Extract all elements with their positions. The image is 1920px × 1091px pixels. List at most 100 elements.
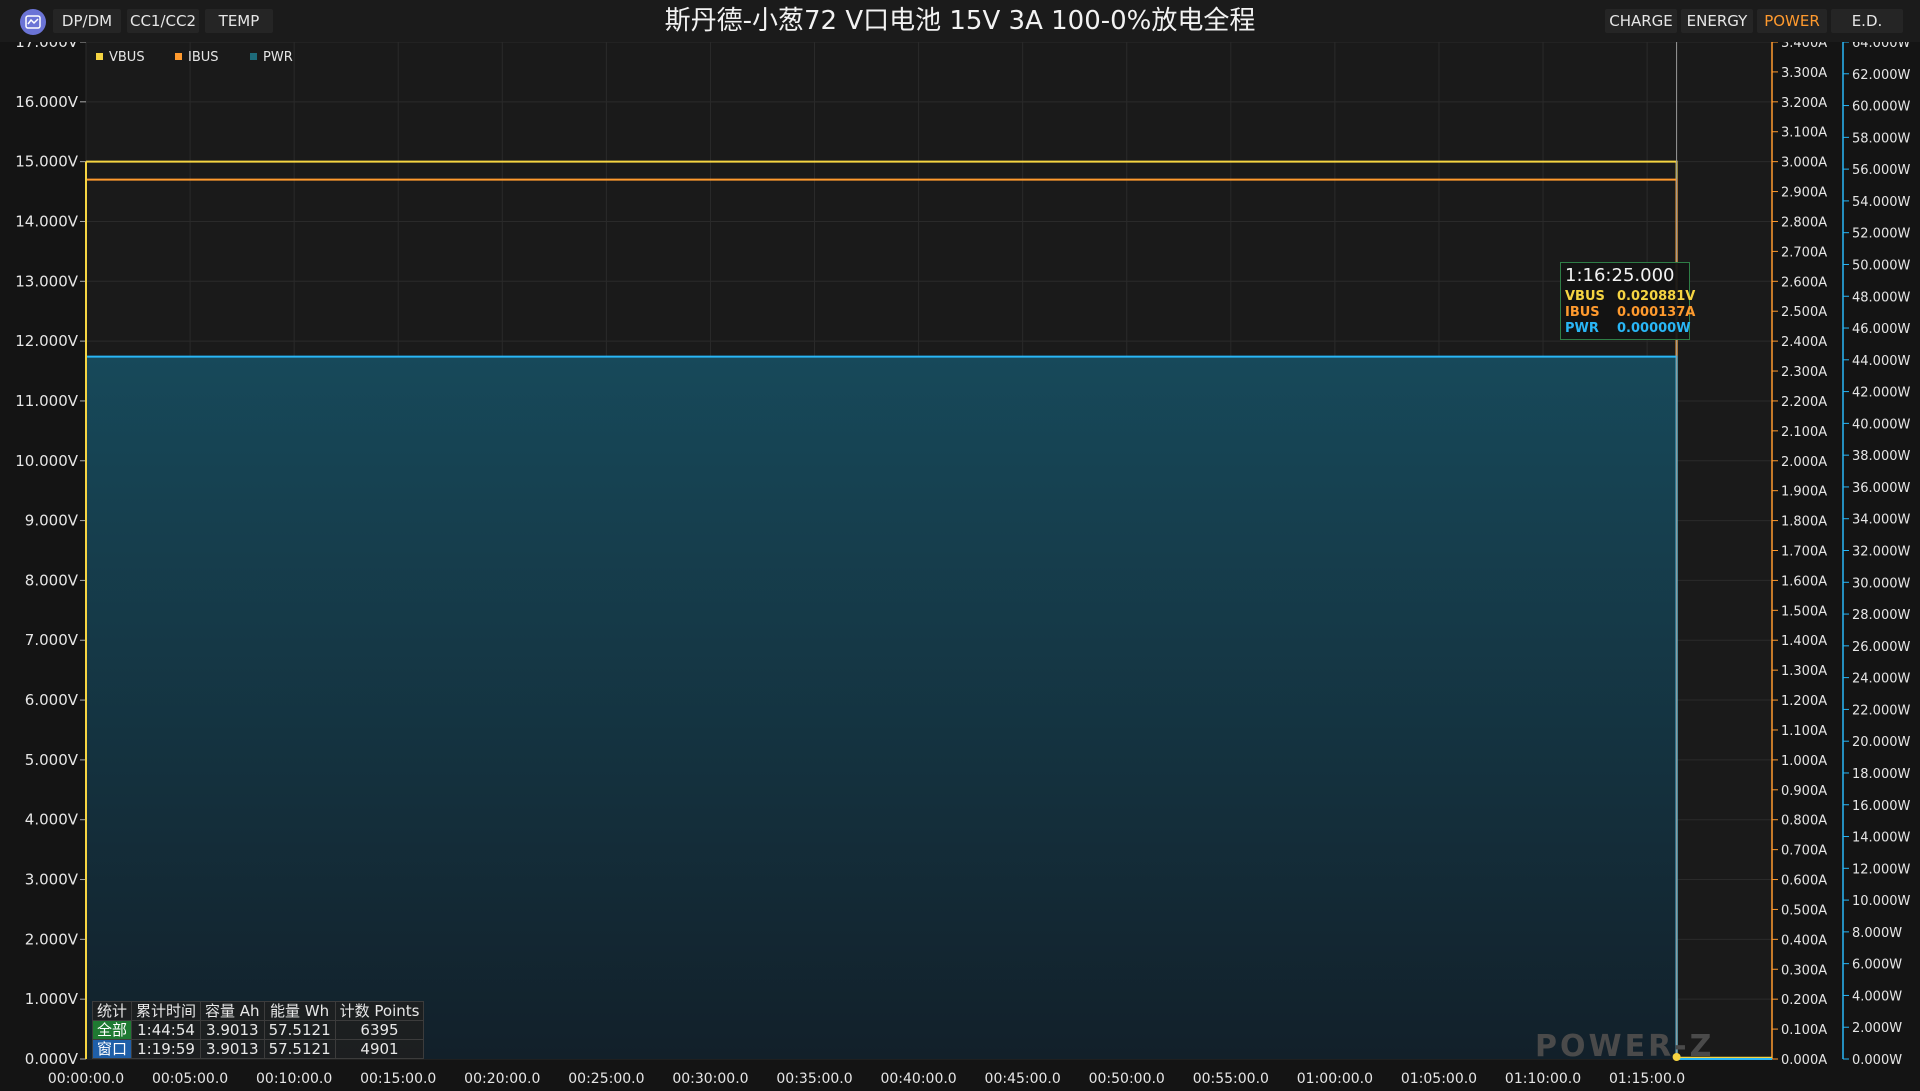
y-right2-tick-label: 30.000W <box>1852 576 1910 591</box>
y-left-tick-label: 7.000V <box>25 631 79 649</box>
stats-header: 能量 Wh <box>263 1001 336 1021</box>
x-tick-label: 00:40:00.0 <box>880 1071 956 1087</box>
y-right1-tick-label: 1.300A <box>1781 664 1827 679</box>
y-right2-tick-label: 62.000W <box>1852 68 1910 83</box>
tab-temp[interactable]: TEMP <box>205 9 273 33</box>
stats-header: 计数 Points <box>334 1001 425 1021</box>
y-right2-tick-label: 48.000W <box>1852 290 1910 305</box>
y-right2-tick-label: 36.000W <box>1852 481 1910 496</box>
stats-header: 容量 Ah <box>200 1001 265 1021</box>
y-right1-tick-label: 1.800A <box>1781 515 1827 530</box>
y-right1-tick-label: 3.200A <box>1781 96 1827 111</box>
y-right2-tick-label: 26.000W <box>1852 640 1910 655</box>
y-right1-tick-label: 1.600A <box>1781 574 1827 589</box>
wave-icon <box>25 15 41 29</box>
y-right2-tick-label: 12.000W <box>1852 862 1910 877</box>
y-right2-tick-label: 56.000W <box>1852 163 1910 178</box>
y-right1-tick-label: 2.800A <box>1781 215 1827 230</box>
y-right2-tick-label: 14.000W <box>1852 831 1910 846</box>
tab-cc1-cc2[interactable]: CC1/CC2 <box>127 9 199 33</box>
y-right2-tick-label: 20.000W <box>1852 735 1910 750</box>
tooltip-value-ibus: 0.000137A <box>1617 305 1696 320</box>
y-right2-tick-label: 22.000W <box>1852 703 1910 718</box>
tooltip-label-pwr: PWR <box>1565 321 1599 336</box>
y-left-tick-label: 2.000V <box>25 930 79 948</box>
y-right2-tick-label: 42.000W <box>1852 386 1910 401</box>
stats-header: 统计 <box>91 1001 133 1021</box>
y-left-tick-label: 5.000V <box>25 751 79 769</box>
tooltip-label-ibus: IBUS <box>1565 305 1600 320</box>
y-right1-tick-label: 2.500A <box>1781 305 1827 320</box>
mode-charge-button[interactable]: CHARGE <box>1605 9 1677 33</box>
top-toolbar: DP/DM CC1/CC2 TEMP 斯丹德-小葱72 V口电池 15V 3A … <box>0 0 1920 42</box>
y-right2-tick-label: 18.000W <box>1852 767 1910 782</box>
y-right2-tick-label: 24.000W <box>1852 672 1910 687</box>
y-right1-tick-label: 2.400A <box>1781 335 1827 350</box>
y-left-tick-label: 11.000V <box>15 392 78 410</box>
y-left-tick-label: 16.000V <box>15 93 78 111</box>
y-right1-tick-label: 3.100A <box>1781 126 1827 141</box>
y-right2-tick-label: 32.000W <box>1852 545 1910 560</box>
y-right1-tick-label: 0.200A <box>1781 993 1827 1008</box>
stats-cell: 1:44:54 <box>131 1020 202 1040</box>
y-left-tick-label: 6.000V <box>25 691 79 709</box>
y-right1-tick-label: 2.700A <box>1781 245 1827 260</box>
stats-row-window: 窗口 1:19:59 3.9013 57.5121 4901 <box>91 1039 425 1059</box>
stats-cell: 57.5121 <box>263 1020 336 1040</box>
pwr-area <box>86 356 1772 1059</box>
mode-power-button[interactable]: POWER <box>1757 9 1827 33</box>
y-right2-tick-label: 38.000W <box>1852 449 1910 464</box>
y-right1-tick-label: 3.000A <box>1781 156 1827 171</box>
tooltip-time: 1:16:25.000 <box>1565 265 1675 286</box>
x-tick-label: 00:55:00.0 <box>1193 1071 1269 1087</box>
y-right1-tick-label: 0.600A <box>1781 874 1827 889</box>
y-right1-tick-label: 1.100A <box>1781 724 1827 739</box>
y-right2-tick-label: 52.000W <box>1852 227 1910 242</box>
stats-cell: 3.9013 <box>200 1039 265 1059</box>
y-right2-tick-label: 6.000W <box>1852 958 1902 973</box>
legend-swatch <box>175 53 182 60</box>
x-tick-label: 00:50:00.0 <box>1089 1071 1165 1087</box>
y-right2-tick-label: 40.000W <box>1852 417 1910 432</box>
mode-ed-button[interactable]: E.D. <box>1831 9 1903 33</box>
y-left-tick-label: 15.000V <box>15 153 78 171</box>
tab-dp-dm[interactable]: DP/DM <box>53 9 121 33</box>
y-right2-tick-label: 34.000W <box>1852 513 1910 528</box>
x-tick-label: 00:10:00.0 <box>256 1071 332 1087</box>
y-left-tick-label: 8.000V <box>25 571 79 589</box>
y-right1-tick-label: 3.400A <box>1781 42 1827 51</box>
stats-table: 统计 累计时间 容量 Ah 能量 Wh 计数 Points 全部 1:44:54… <box>91 1001 425 1059</box>
legend-label: PWR <box>263 50 293 65</box>
mode-energy-button[interactable]: ENERGY <box>1681 9 1753 33</box>
x-tick-label: 01:10:00.0 <box>1505 1071 1581 1087</box>
x-tick-label: 00:35:00.0 <box>776 1071 852 1087</box>
app-logo-icon[interactable] <box>20 9 46 35</box>
x-tick-label: 00:25:00.0 <box>568 1071 644 1087</box>
stats-cell: 3.9013 <box>200 1020 265 1040</box>
stats-header: 累计时间 <box>131 1001 202 1021</box>
x-tick-label: 00:20:00.0 <box>464 1071 540 1087</box>
y-right1-tick-label: 0.800A <box>1781 814 1827 829</box>
x-tick-label: 01:00:00.0 <box>1297 1071 1373 1087</box>
y-right1-tick-label: 1.200A <box>1781 694 1827 709</box>
stats-cell: 6395 <box>334 1020 425 1040</box>
y-right1-tick-label: 1.400A <box>1781 634 1827 649</box>
y-right2-tick-label: 4.000W <box>1852 989 1902 1004</box>
legend-label: VBUS <box>109 50 145 65</box>
x-tick-label: 00:00:00.0 <box>48 1071 124 1087</box>
stats-cell: 57.5121 <box>263 1039 336 1059</box>
stats-cell: 窗口 <box>91 1039 133 1059</box>
x-tick-label: 00:15:00.0 <box>360 1071 436 1087</box>
y-left-tick-label: 1.000V <box>25 990 79 1008</box>
chart-title: 斯丹德-小葱72 V口电池 15V 3A 100-0%放电全程 <box>664 6 1256 36</box>
y-right2-tick-label: 60.000W <box>1852 100 1910 115</box>
stats-header-row: 统计 累计时间 容量 Ah 能量 Wh 计数 Points <box>91 1001 425 1021</box>
y-left-tick-label: 0.000V <box>25 1050 79 1068</box>
stats-cell: 全部 <box>91 1020 133 1040</box>
power-chart[interactable]: 00:00:00.0 00:05:00.0 00:10:00.0 00:15:00.0… <box>0 42 1920 1091</box>
y-right1-tick-label: 0.500A <box>1781 903 1827 918</box>
x-tick-label: 01:05:00.0 <box>1401 1071 1477 1087</box>
y-right1-tick-label: 2.000A <box>1781 455 1827 470</box>
y-left-tick-label: 10.000V <box>15 452 78 470</box>
y-left-tick-label: 13.000V <box>15 272 78 290</box>
